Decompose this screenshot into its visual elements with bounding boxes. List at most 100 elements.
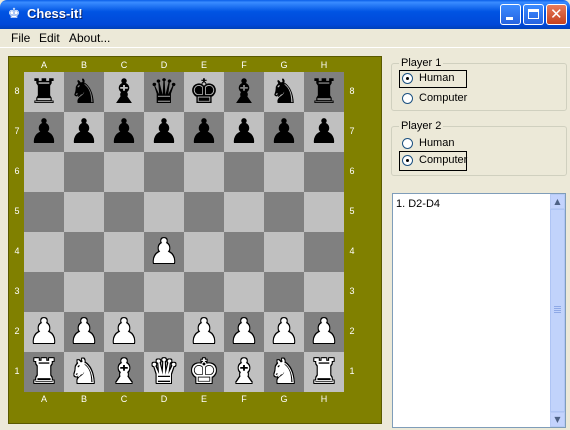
square-b2[interactable]: ♟ [64,312,104,352]
square-a2[interactable]: ♟ [24,312,64,352]
square-f1[interactable]: ♝ [224,352,264,392]
square-b6[interactable] [64,152,104,192]
move-list-scrollbar[interactable]: ▲ ▼ [550,194,565,427]
square-d7[interactable]: ♟ [144,112,184,152]
square-d8[interactable]: ♛ [144,72,184,112]
black-pawn-icon[interactable]: ♟ [264,112,304,152]
square-f5[interactable] [224,192,264,232]
white-bishop-icon[interactable]: ♝ [224,352,264,392]
black-knight-icon[interactable]: ♞ [64,72,104,112]
square-e4[interactable] [184,232,224,272]
square-c7[interactable]: ♟ [104,112,144,152]
square-f4[interactable] [224,232,264,272]
black-pawn-icon[interactable]: ♟ [184,112,224,152]
white-rook-icon[interactable]: ♜ [24,352,64,392]
white-pawn-icon[interactable]: ♟ [184,312,224,352]
square-h1[interactable]: ♜ [304,352,344,392]
square-c5[interactable] [104,192,144,232]
square-f7[interactable]: ♟ [224,112,264,152]
square-h6[interactable] [304,152,344,192]
white-bishop-icon[interactable]: ♝ [104,352,144,392]
white-king-icon[interactable]: ♚ [184,352,224,392]
black-queen-icon[interactable]: ♛ [144,72,184,112]
close-button[interactable]: ✕ [546,4,567,25]
square-a6[interactable] [24,152,64,192]
square-h2[interactable]: ♟ [304,312,344,352]
square-g7[interactable]: ♟ [264,112,304,152]
black-pawn-icon[interactable]: ♟ [304,112,344,152]
white-pawn-icon[interactable]: ♟ [144,232,184,272]
scroll-down-button[interactable]: ▼ [550,412,565,427]
square-g3[interactable] [264,272,304,312]
maximize-button[interactable] [523,4,544,25]
black-pawn-icon[interactable]: ♟ [104,112,144,152]
square-e8[interactable]: ♚ [184,72,224,112]
square-b3[interactable] [64,272,104,312]
square-a4[interactable] [24,232,64,272]
white-pawn-icon[interactable]: ♟ [224,312,264,352]
white-queen-icon[interactable]: ♛ [144,352,184,392]
square-a3[interactable] [24,272,64,312]
white-knight-icon[interactable]: ♞ [264,352,304,392]
square-e3[interactable] [184,272,224,312]
square-g2[interactable]: ♟ [264,312,304,352]
square-b5[interactable] [64,192,104,232]
square-a1[interactable]: ♜ [24,352,64,392]
black-bishop-icon[interactable]: ♝ [224,72,264,112]
square-c1[interactable]: ♝ [104,352,144,392]
square-e5[interactable] [184,192,224,232]
square-d2[interactable] [144,312,184,352]
square-b4[interactable] [64,232,104,272]
menu-file[interactable]: File [11,30,30,46]
minimize-button[interactable] [500,4,521,25]
black-rook-icon[interactable]: ♜ [24,72,64,112]
square-d1[interactable]: ♛ [144,352,184,392]
white-pawn-icon[interactable]: ♟ [264,312,304,352]
square-b7[interactable]: ♟ [64,112,104,152]
white-pawn-icon[interactable]: ♟ [304,312,344,352]
scroll-thumb[interactable] [550,209,565,412]
square-f6[interactable] [224,152,264,192]
black-king-icon[interactable]: ♚ [184,72,224,112]
square-c2[interactable]: ♟ [104,312,144,352]
scroll-up-button[interactable]: ▲ [550,194,565,209]
square-g4[interactable] [264,232,304,272]
square-h4[interactable] [304,232,344,272]
square-d4[interactable]: ♟ [144,232,184,272]
square-c4[interactable] [104,232,144,272]
square-g5[interactable] [264,192,304,232]
square-c6[interactable] [104,152,144,192]
square-f8[interactable]: ♝ [224,72,264,112]
chess-board[interactable]: A A B B C C D D E E F F G G H H 8 8 7 7 6 6 5 5 4 4 3 3 2 2 1 1 ♜ ♞ ♝ ♛ ♚ ♝ ♞ ♜… [8,56,382,424]
title-bar[interactable]: ♚ Chess-it! ✕ [0,0,570,29]
square-h3[interactable] [304,272,344,312]
white-pawn-icon[interactable]: ♟ [64,312,104,352]
square-g1[interactable]: ♞ [264,352,304,392]
square-e1[interactable]: ♚ [184,352,224,392]
white-rook-icon[interactable]: ♜ [304,352,344,392]
square-e7[interactable]: ♟ [184,112,224,152]
square-f2[interactable]: ♟ [224,312,264,352]
black-bishop-icon[interactable]: ♝ [104,72,144,112]
move-list[interactable]: 1. D2-D4 ▲ ▼ [392,193,566,428]
square-g8[interactable]: ♞ [264,72,304,112]
square-f3[interactable] [224,272,264,312]
square-d5[interactable] [144,192,184,232]
white-knight-icon[interactable]: ♞ [64,352,104,392]
square-a5[interactable] [24,192,64,232]
black-pawn-icon[interactable]: ♟ [64,112,104,152]
square-h5[interactable] [304,192,344,232]
square-d3[interactable] [144,272,184,312]
square-a8[interactable]: ♜ [24,72,64,112]
square-b1[interactable]: ♞ [64,352,104,392]
square-h8[interactable]: ♜ [304,72,344,112]
black-pawn-icon[interactable]: ♟ [24,112,64,152]
square-e2[interactable]: ♟ [184,312,224,352]
menu-edit[interactable]: Edit [39,30,60,46]
white-pawn-icon[interactable]: ♟ [104,312,144,352]
square-e6[interactable] [184,152,224,192]
menu-about[interactable]: About... [69,30,110,46]
black-knight-icon[interactable]: ♞ [264,72,304,112]
square-g6[interactable] [264,152,304,192]
square-h7[interactable]: ♟ [304,112,344,152]
